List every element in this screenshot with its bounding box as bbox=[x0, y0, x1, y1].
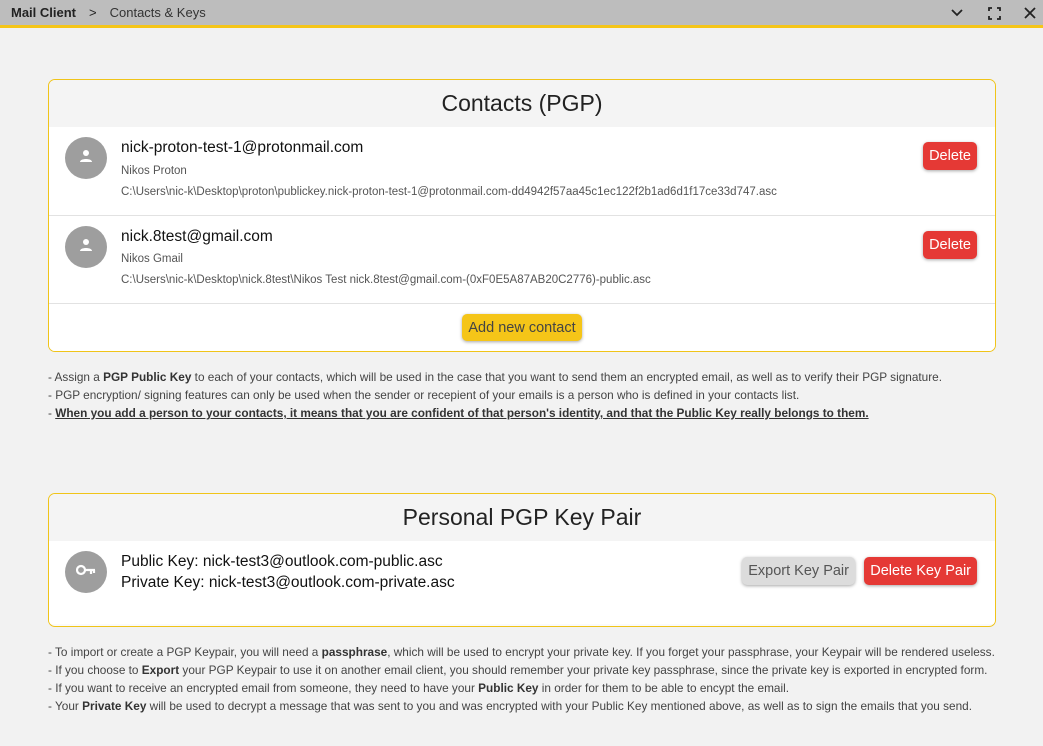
close-button[interactable] bbox=[1019, 3, 1041, 23]
chevron-down-icon bbox=[951, 9, 963, 17]
title-bar: Mail Client > Contacts & Keys bbox=[0, 0, 1043, 28]
contacts-title: Contacts (PGP) bbox=[49, 80, 995, 127]
keypair-row: Public Key: nick-test3@outlook.com-publi… bbox=[49, 541, 995, 624]
avatar bbox=[65, 137, 107, 179]
add-contact-button[interactable]: Add new contact bbox=[462, 314, 582, 341]
keypair-notes: - To import or create a PGP Keypair, you… bbox=[48, 643, 995, 715]
contact-email: nick-proton-test-1@protonmail.com bbox=[121, 139, 364, 156]
contact-key-path: C:\Users\nic-k\Desktop\proton\publickey.… bbox=[121, 186, 777, 198]
contact-email: nick.8test@gmail.com bbox=[121, 228, 273, 245]
fullscreen-button[interactable] bbox=[983, 3, 1005, 23]
contact-key-path: C:\Users\nic-k\Desktop\nick.8test\Nikos … bbox=[121, 274, 651, 286]
add-contact-row: Add new contact bbox=[49, 304, 995, 351]
breadcrumb-page: Contacts & Keys bbox=[109, 5, 206, 20]
contact-row: nick.8test@gmail.com Nikos Gmail C:\User… bbox=[49, 216, 995, 304]
note-line: - If you choose to Export your PGP Keypa… bbox=[48, 663, 988, 677]
delete-contact-button[interactable]: Delete bbox=[923, 231, 977, 259]
note-line: - PGP encryption/ signing features can o… bbox=[48, 388, 800, 402]
note-line: - When you add a person to your contacts… bbox=[48, 406, 869, 420]
contact-name: Nikos Gmail bbox=[121, 253, 183, 265]
contact-name: Nikos Proton bbox=[121, 165, 187, 177]
person-icon bbox=[79, 149, 93, 168]
fullscreen-icon bbox=[987, 6, 1001, 20]
minimize-button[interactable] bbox=[946, 3, 968, 23]
note-line: - Assign a PGP Public Key to each of you… bbox=[48, 370, 942, 384]
note-line: - If you want to receive an encrypted em… bbox=[48, 681, 789, 695]
keypair-card: Personal PGP Key Pair Public Key: nick-t… bbox=[48, 493, 996, 627]
private-key-label: Private Key: nick-test3@outlook.com-priv… bbox=[121, 574, 455, 591]
public-key-label: Public Key: nick-test3@outlook.com-publi… bbox=[121, 553, 443, 570]
contacts-notes: - Assign a PGP Public Key to each of you… bbox=[48, 368, 942, 422]
export-keypair-button[interactable]: Export Key Pair bbox=[742, 557, 855, 585]
breadcrumb-app[interactable]: Mail Client bbox=[11, 5, 76, 20]
breadcrumb-separator: > bbox=[89, 5, 97, 20]
contacts-card: Contacts (PGP) nick-proton-test-1@proton… bbox=[48, 79, 996, 352]
delete-keypair-button[interactable]: Delete Key Pair bbox=[864, 557, 977, 585]
avatar bbox=[65, 226, 107, 268]
delete-contact-button[interactable]: Delete bbox=[923, 142, 977, 170]
person-icon bbox=[79, 238, 93, 257]
contact-row: nick-proton-test-1@protonmail.com Nikos … bbox=[49, 127, 995, 216]
key-icon bbox=[75, 563, 96, 581]
key-avatar bbox=[65, 551, 107, 593]
note-line: - Your Private Key will be used to decry… bbox=[48, 699, 972, 713]
note-line: - To import or create a PGP Keypair, you… bbox=[48, 645, 995, 659]
close-icon bbox=[1024, 7, 1036, 19]
keypair-title: Personal PGP Key Pair bbox=[49, 494, 995, 541]
